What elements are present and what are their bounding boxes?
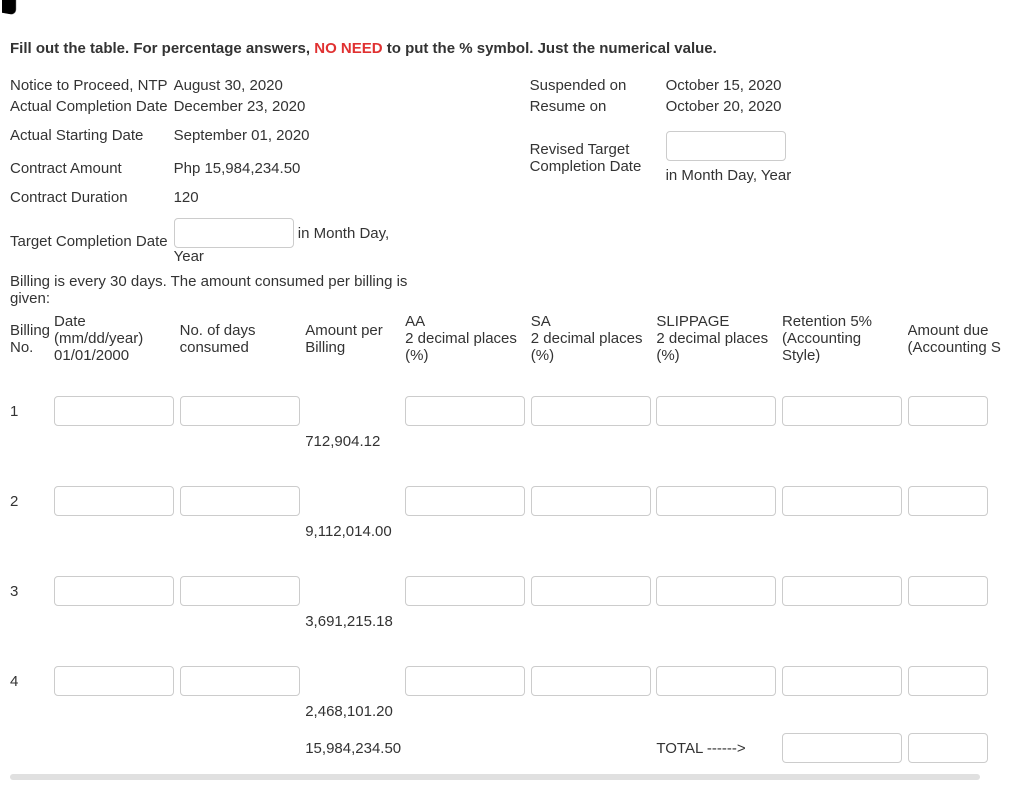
amount-due-input[interactable]	[908, 396, 988, 426]
amount-due-input[interactable]	[908, 576, 988, 606]
aa-input[interactable]	[405, 576, 525, 606]
date-input[interactable]	[54, 486, 174, 516]
target-completion-input[interactable]	[174, 218, 294, 248]
date-input[interactable]	[54, 576, 174, 606]
tcd-label: Target Completion Date	[10, 208, 174, 267]
col-billing-no: Billing No.	[10, 311, 54, 366]
amount-per-billing: 3,691,215.18	[305, 546, 405, 636]
billing-no: 4	[10, 636, 54, 726]
amount-per-billing: 712,904.12	[305, 366, 405, 456]
meta-right-table: Suspended on October 15, 2020 Resume on …	[530, 75, 798, 186]
days-input[interactable]	[180, 486, 300, 516]
amount-due-input[interactable]	[908, 486, 988, 516]
col-date: Date (mm/dd/year) 01/01/2000	[54, 311, 180, 366]
horizontal-scrollbar[interactable]	[10, 774, 980, 780]
acd-value: December 23, 2020	[174, 96, 410, 117]
acd-label: Actual Completion Date	[10, 96, 174, 117]
col-aa: AA 2 decimal places (%)	[405, 311, 531, 366]
billing-no: 1	[10, 366, 54, 456]
days-input[interactable]	[180, 666, 300, 696]
instr-post: to put the % symbol. Just the numerical …	[383, 40, 717, 57]
table-row: 3 3,691,215.18	[10, 546, 1014, 636]
amount-due-input[interactable]	[908, 666, 988, 696]
col-retention: Retention 5% (Accounting Style)	[782, 311, 908, 366]
retention-input[interactable]	[782, 396, 902, 426]
page-corner-indicator	[2, 0, 16, 15]
col-amount-due: Amount due (Accounting S	[908, 311, 1014, 366]
rtcd-hint: in Month Day, Year	[666, 167, 792, 184]
ntp-value: August 30, 2020	[174, 75, 410, 96]
billing-no: 2	[10, 456, 54, 546]
total-row: 15,984,234.50 TOTAL ------>	[10, 726, 1014, 768]
amount-per-billing: 9,112,014.00	[305, 456, 405, 546]
sa-input[interactable]	[531, 666, 651, 696]
asd-label: Actual Starting Date	[10, 117, 174, 146]
sa-input[interactable]	[531, 396, 651, 426]
days-input[interactable]	[180, 396, 300, 426]
retention-input[interactable]	[782, 666, 902, 696]
meta-left-table: Notice to Proceed, NTP August 30, 2020 A…	[10, 75, 410, 267]
asd-value: September 01, 2020	[174, 117, 410, 146]
col-sa: SA 2 decimal places (%)	[531, 311, 657, 366]
instr-emphasis: NO NEED	[314, 40, 382, 57]
rtcd-label: Revised Target Completion Date	[530, 117, 666, 186]
cd-value: 120	[174, 179, 410, 208]
total-amount-due-input[interactable]	[908, 733, 988, 763]
instruction-text: Fill out the table. For percentage answe…	[10, 40, 1014, 57]
ca-value: Php 15,984,234.50	[174, 146, 410, 179]
billing-no: 3	[10, 546, 54, 636]
slippage-input[interactable]	[656, 576, 776, 606]
slippage-input[interactable]	[656, 486, 776, 516]
ca-label: Contract Amount	[10, 146, 174, 179]
aa-input[interactable]	[405, 396, 525, 426]
date-input[interactable]	[54, 666, 174, 696]
aa-input[interactable]	[405, 666, 525, 696]
slippage-input[interactable]	[656, 396, 776, 426]
col-amount-per-billing: Amount per Billing	[305, 311, 405, 366]
retention-input[interactable]	[782, 576, 902, 606]
table-row: 2 9,112,014.00	[10, 456, 1014, 546]
retention-input[interactable]	[782, 486, 902, 516]
billing-table: Billing No. Date (mm/dd/year) 01/01/2000…	[10, 311, 1014, 768]
cd-label: Contract Duration	[10, 179, 174, 208]
col-days: No. of days consumed	[180, 311, 306, 366]
amount-per-billing: 2,468,101.20	[305, 636, 405, 726]
ntp-label: Notice to Proceed, NTP	[10, 75, 174, 96]
col-slippage: SLIPPAGE 2 decimal places (%)	[656, 311, 782, 366]
suspended-value: October 15, 2020	[666, 75, 798, 96]
total-amount: 15,984,234.50	[305, 726, 405, 768]
billing-note: Billing is every 30 days. The amount con…	[10, 273, 410, 307]
revised-target-completion-input[interactable]	[666, 131, 786, 161]
resume-value: October 20, 2020	[666, 96, 798, 117]
slippage-input[interactable]	[656, 666, 776, 696]
aa-input[interactable]	[405, 486, 525, 516]
sa-input[interactable]	[531, 486, 651, 516]
table-row: 4 2,468,101.20	[10, 636, 1014, 726]
table-row: 1 712,904.12	[10, 366, 1014, 456]
instr-pre: Fill out the table. For percentage answe…	[10, 40, 314, 57]
suspended-label: Suspended on	[530, 75, 666, 96]
resume-label: Resume on	[530, 96, 666, 117]
total-label: TOTAL ------>	[656, 726, 782, 768]
sa-input[interactable]	[531, 576, 651, 606]
date-input[interactable]	[54, 396, 174, 426]
total-retention-input[interactable]	[782, 733, 902, 763]
days-input[interactable]	[180, 576, 300, 606]
